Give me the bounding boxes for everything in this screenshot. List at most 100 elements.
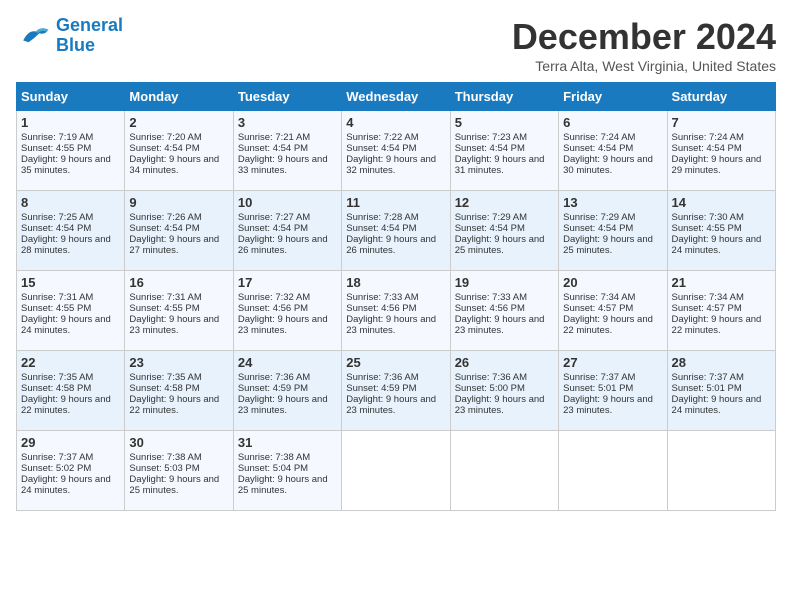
location-subtitle: Terra Alta, West Virginia, United States — [512, 58, 776, 74]
calendar-cell: 27Sunrise: 7:37 AMSunset: 5:01 PMDayligh… — [559, 351, 667, 431]
header-wednesday: Wednesday — [342, 83, 450, 111]
day-number: 2 — [129, 115, 228, 130]
sunrise-text: Sunrise: 7:25 AM — [21, 212, 93, 223]
sunrise-text: Sunrise: 7:19 AM — [21, 132, 93, 143]
daylight-text: Daylight: 9 hours and 27 minutes. — [129, 234, 219, 256]
daylight-text: Daylight: 9 hours and 24 minutes. — [21, 314, 111, 336]
sunrise-text: Sunrise: 7:36 AM — [346, 372, 418, 383]
sunrise-text: Sunrise: 7:27 AM — [238, 212, 310, 223]
day-number: 26 — [455, 355, 554, 370]
calendar-cell: 15Sunrise: 7:31 AMSunset: 4:55 PMDayligh… — [17, 271, 125, 351]
day-number: 19 — [455, 275, 554, 290]
sunrise-text: Sunrise: 7:35 AM — [129, 372, 201, 383]
calendar-cell: 21Sunrise: 7:34 AMSunset: 4:57 PMDayligh… — [667, 271, 775, 351]
sunset-text: Sunset: 5:01 PM — [563, 383, 633, 394]
calendar-cell: 11Sunrise: 7:28 AMSunset: 4:54 PMDayligh… — [342, 191, 450, 271]
calendar-cell: 8Sunrise: 7:25 AMSunset: 4:54 PMDaylight… — [17, 191, 125, 271]
daylight-text: Daylight: 9 hours and 34 minutes. — [129, 154, 219, 176]
daylight-text: Daylight: 9 hours and 26 minutes. — [346, 234, 436, 256]
sunset-text: Sunset: 4:56 PM — [455, 303, 525, 314]
sunset-text: Sunset: 4:55 PM — [21, 143, 91, 154]
day-number: 15 — [21, 275, 120, 290]
sunrise-text: Sunrise: 7:29 AM — [563, 212, 635, 223]
daylight-text: Daylight: 9 hours and 31 minutes. — [455, 154, 545, 176]
day-number: 8 — [21, 195, 120, 210]
daylight-text: Daylight: 9 hours and 35 minutes. — [21, 154, 111, 176]
calendar-cell: 26Sunrise: 7:36 AMSunset: 5:00 PMDayligh… — [450, 351, 558, 431]
calendar-cell: 10Sunrise: 7:27 AMSunset: 4:54 PMDayligh… — [233, 191, 341, 271]
day-number: 18 — [346, 275, 445, 290]
calendar-cell: 20Sunrise: 7:34 AMSunset: 4:57 PMDayligh… — [559, 271, 667, 351]
daylight-text: Daylight: 9 hours and 22 minutes. — [563, 314, 653, 336]
calendar-cell: 3Sunrise: 7:21 AMSunset: 4:54 PMDaylight… — [233, 111, 341, 191]
calendar-cell — [559, 431, 667, 511]
sunrise-text: Sunrise: 7:24 AM — [672, 132, 744, 143]
day-number: 22 — [21, 355, 120, 370]
sunset-text: Sunset: 4:59 PM — [346, 383, 416, 394]
day-number: 12 — [455, 195, 554, 210]
calendar-cell: 31Sunrise: 7:38 AMSunset: 5:04 PMDayligh… — [233, 431, 341, 511]
daylight-text: Daylight: 9 hours and 25 minutes. — [563, 234, 653, 256]
day-number: 9 — [129, 195, 228, 210]
sunset-text: Sunset: 4:55 PM — [21, 303, 91, 314]
sunrise-text: Sunrise: 7:26 AM — [129, 212, 201, 223]
logo-bird-icon — [16, 22, 52, 50]
sunrise-text: Sunrise: 7:34 AM — [563, 292, 635, 303]
calendar-week-row: 1Sunrise: 7:19 AMSunset: 4:55 PMDaylight… — [17, 111, 776, 191]
sunset-text: Sunset: 4:59 PM — [238, 383, 308, 394]
sunrise-text: Sunrise: 7:32 AM — [238, 292, 310, 303]
calendar-cell: 4Sunrise: 7:22 AMSunset: 4:54 PMDaylight… — [342, 111, 450, 191]
calendar-cell — [450, 431, 558, 511]
sunset-text: Sunset: 5:01 PM — [672, 383, 742, 394]
sunrise-text: Sunrise: 7:34 AM — [672, 292, 744, 303]
calendar-cell: 6Sunrise: 7:24 AMSunset: 4:54 PMDaylight… — [559, 111, 667, 191]
calendar-cell: 1 Sunrise: 7:19 AMSunset: 4:55 PMDaylight… — [17, 111, 125, 191]
calendar-cell: 30Sunrise: 7:38 AMSunset: 5:03 PMDayligh… — [125, 431, 233, 511]
sunset-text: Sunset: 4:54 PM — [672, 143, 742, 154]
sunset-text: Sunset: 4:54 PM — [455, 143, 525, 154]
daylight-text: Daylight: 9 hours and 25 minutes. — [129, 474, 219, 496]
day-number: 14 — [672, 195, 771, 210]
header-tuesday: Tuesday — [233, 83, 341, 111]
calendar-table: SundayMondayTuesdayWednesdayThursdayFrid… — [16, 82, 776, 511]
sunrise-text: Sunrise: 7:28 AM — [346, 212, 418, 223]
sunrise-text: Sunrise: 7:21 AM — [238, 132, 310, 143]
calendar-cell: 17Sunrise: 7:32 AMSunset: 4:56 PMDayligh… — [233, 271, 341, 351]
daylight-text: Daylight: 9 hours and 24 minutes. — [672, 234, 762, 256]
daylight-text: Daylight: 9 hours and 22 minutes. — [129, 394, 219, 416]
daylight-text: Daylight: 9 hours and 24 minutes. — [21, 474, 111, 496]
daylight-text: Daylight: 9 hours and 30 minutes. — [563, 154, 653, 176]
sunrise-text: Sunrise: 7:29 AM — [455, 212, 527, 223]
sunset-text: Sunset: 4:54 PM — [563, 143, 633, 154]
day-number: 13 — [563, 195, 662, 210]
logo: General Blue — [16, 16, 123, 56]
sunrise-text: Sunrise: 7:38 AM — [129, 452, 201, 463]
day-number: 23 — [129, 355, 228, 370]
calendar-cell: 18Sunrise: 7:33 AMSunset: 4:56 PMDayligh… — [342, 271, 450, 351]
day-number: 24 — [238, 355, 337, 370]
sunset-text: Sunset: 5:02 PM — [21, 463, 91, 474]
sunrise-text: Sunrise: 7:33 AM — [455, 292, 527, 303]
sunset-text: Sunset: 4:55 PM — [672, 223, 742, 234]
day-number: 30 — [129, 435, 228, 450]
daylight-text: Daylight: 9 hours and 23 minutes. — [455, 394, 545, 416]
sunset-text: Sunset: 4:56 PM — [346, 303, 416, 314]
calendar-week-row: 22 Sunrise: 7:35 AM Sunset: 4:58 PM Dayligh… — [17, 351, 776, 431]
calendar-cell: 22Sunrise: 7:35 AMSunset: 4:58 PMDayligh… — [17, 351, 125, 431]
sunset-text: Sunset: 4:56 PM — [238, 303, 308, 314]
sunset-text: Sunset: 4:58 PM — [21, 383, 91, 394]
day-number: 29 — [21, 435, 120, 450]
header-monday: Monday — [125, 83, 233, 111]
calendar-cell: 25Sunrise: 7:36 AMSunset: 4:59 PMDayligh… — [342, 351, 450, 431]
sunset-text: Sunset: 4:54 PM — [563, 223, 633, 234]
sunrise-text: Sunrise: 7:37 AM — [672, 372, 744, 383]
daylight-text: Daylight: 9 hours and 23 minutes. — [346, 314, 436, 336]
calendar-cell: 7Sunrise: 7:24 AMSunset: 4:54 PMDaylight… — [667, 111, 775, 191]
sunset-text: Sunset: 4:54 PM — [346, 223, 416, 234]
month-title: December 2024 — [512, 16, 776, 58]
calendar-cell: 24Sunrise: 7:36 AMSunset: 4:59 PMDayligh… — [233, 351, 341, 431]
day-number: 1 — [21, 115, 120, 130]
sunrise-text: Sunrise: 7:30 AM — [672, 212, 744, 223]
calendar-cell: 28Sunrise: 7:37 AMSunset: 5:01 PMDayligh… — [667, 351, 775, 431]
sunrise-text: Sunrise: 7:37 AM — [563, 372, 635, 383]
